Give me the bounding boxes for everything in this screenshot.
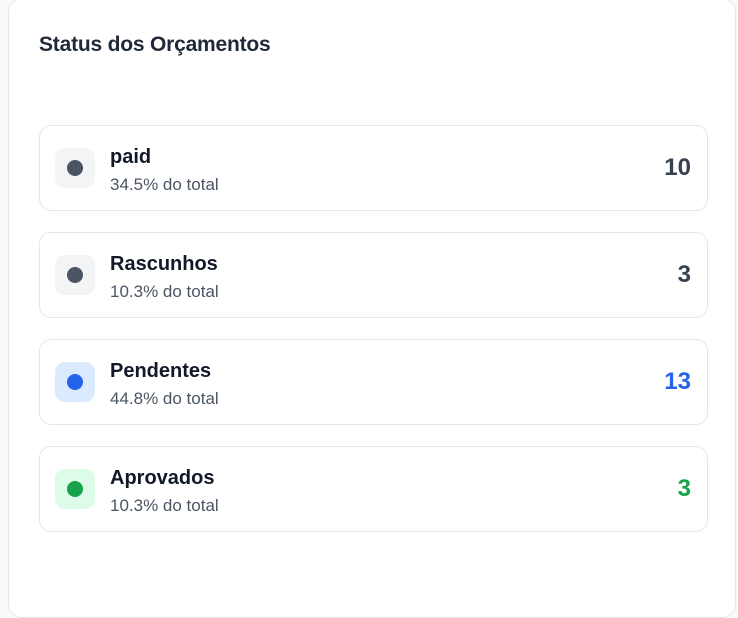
status-item-pendentes: Pendentes 44.8% do total 13 bbox=[39, 339, 708, 425]
status-dot-icon bbox=[67, 481, 83, 497]
status-percentage: 10.3% do total bbox=[110, 496, 219, 515]
status-item-paid: paid 34.5% do total 10 bbox=[39, 125, 708, 211]
status-icon-box bbox=[55, 148, 95, 188]
status-icon-box bbox=[55, 362, 95, 402]
status-dot-icon bbox=[67, 374, 83, 390]
status-label: Aprovados bbox=[110, 467, 215, 489]
status-list: paid 34.5% do total 10 Rascunhos 10.3% d… bbox=[39, 125, 708, 553]
status-count: 3 bbox=[677, 475, 691, 502]
status-label: Rascunhos bbox=[110, 253, 218, 275]
card-title: Status dos Orçamentos bbox=[39, 33, 271, 56]
status-label: paid bbox=[110, 146, 152, 168]
status-count: 3 bbox=[677, 261, 691, 288]
status-item-rascunhos: Rascunhos 10.3% do total 3 bbox=[39, 232, 708, 318]
status-count: 10 bbox=[664, 154, 691, 181]
status-icon-box bbox=[55, 469, 95, 509]
status-label: Pendentes bbox=[110, 360, 212, 382]
status-dot-icon bbox=[67, 160, 83, 176]
status-card: Status dos Orçamentos paid 34.5% do tota… bbox=[8, 0, 736, 618]
status-dot-icon bbox=[67, 267, 83, 283]
status-item-aprovados: Aprovados 10.3% do total 3 bbox=[39, 446, 708, 532]
status-icon-box bbox=[55, 255, 95, 295]
status-percentage: 10.3% do total bbox=[110, 282, 219, 301]
status-percentage: 44.8% do total bbox=[110, 389, 219, 408]
status-percentage: 34.5% do total bbox=[110, 175, 219, 194]
status-count: 13 bbox=[664, 368, 691, 395]
